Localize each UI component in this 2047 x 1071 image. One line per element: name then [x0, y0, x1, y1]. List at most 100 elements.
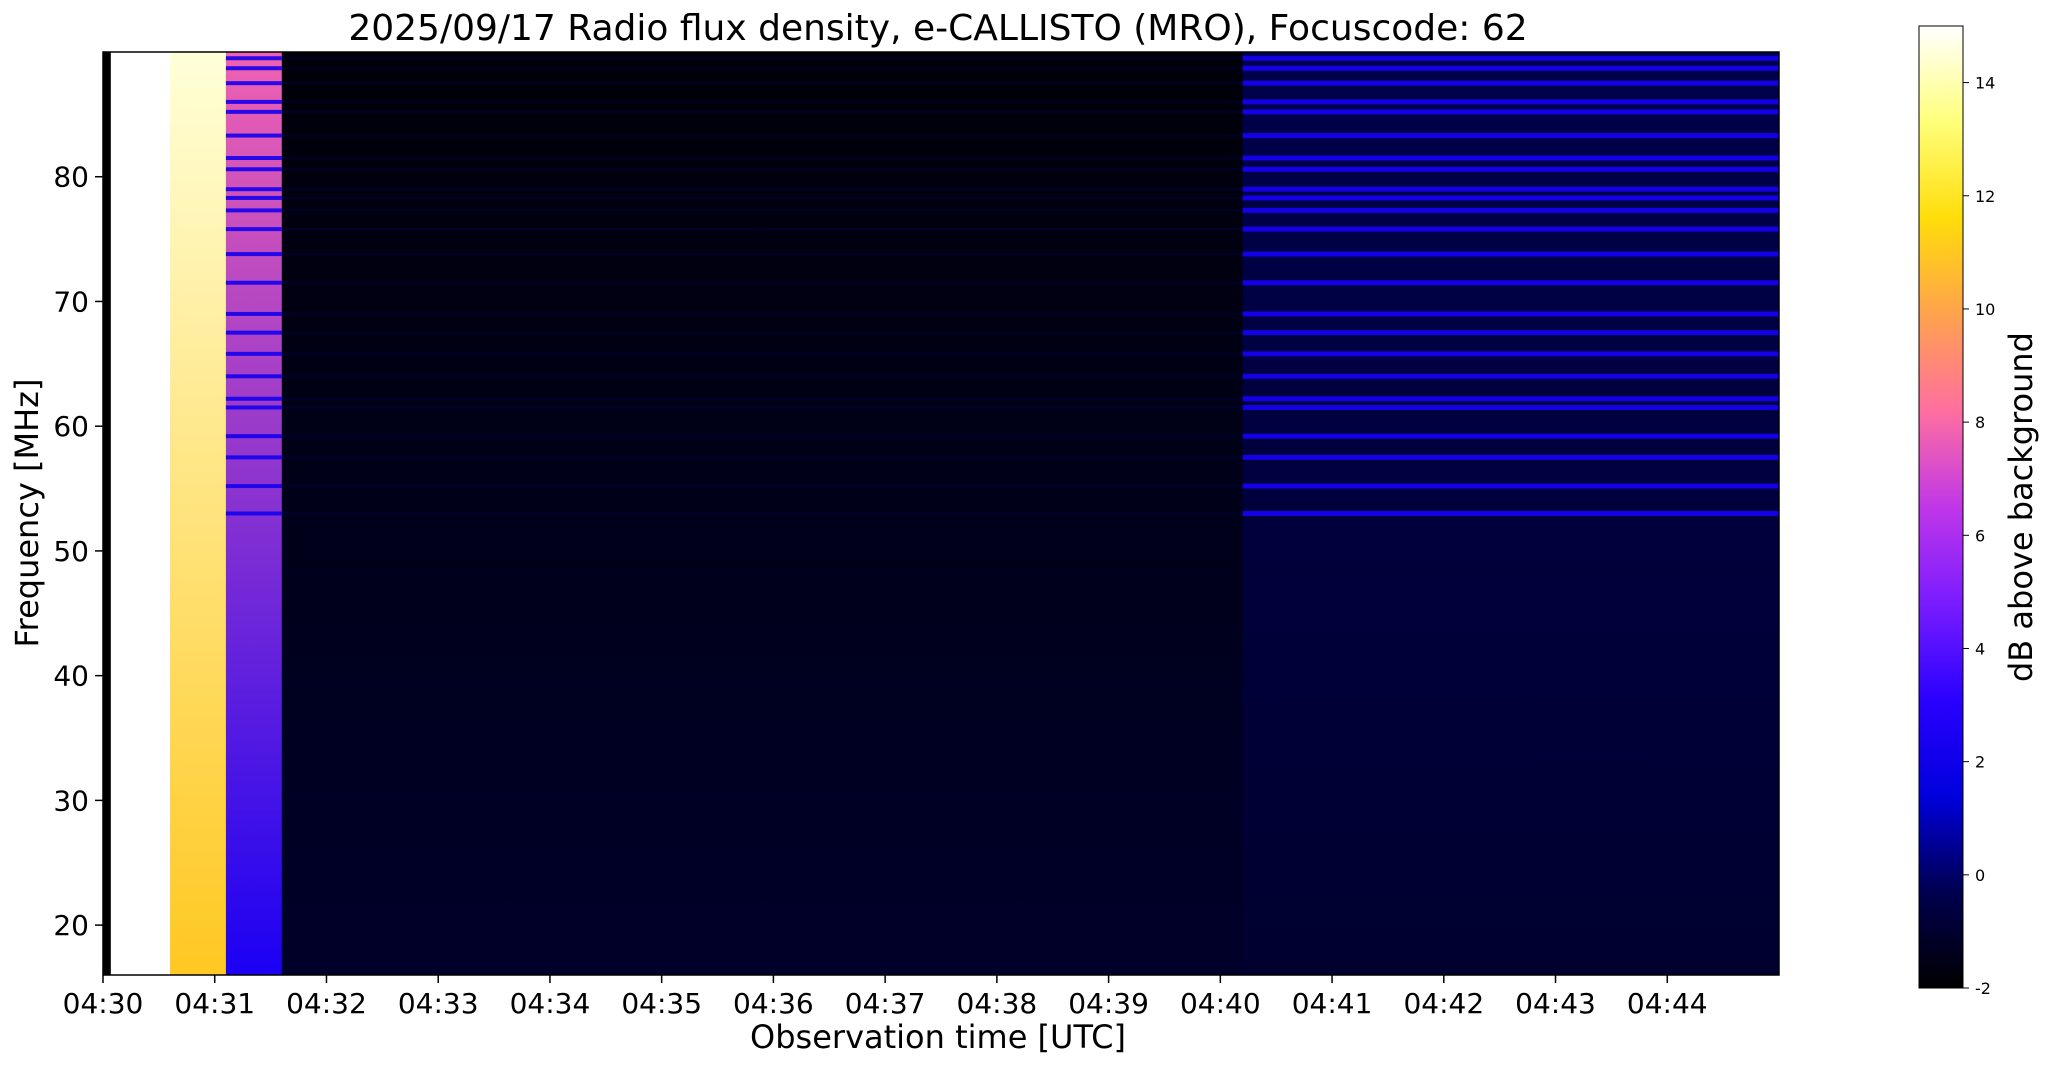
interference-line	[225, 280, 282, 285]
interference-line	[281, 253, 1243, 256]
interference-line	[281, 134, 1243, 137]
interference-line	[225, 208, 282, 213]
interference-line	[225, 109, 282, 114]
interference-line	[225, 511, 282, 516]
interference-line	[1242, 311, 1779, 317]
interference-line	[281, 456, 1243, 459]
interference-line	[1242, 109, 1779, 115]
interference-line	[281, 82, 1243, 85]
interference-line	[225, 434, 282, 439]
interference-line	[225, 156, 282, 161]
interference-line	[1242, 99, 1779, 105]
interference-line	[225, 195, 282, 200]
interference-line	[281, 188, 1243, 191]
interference-line	[225, 405, 282, 410]
interference-line	[225, 330, 282, 335]
interference-line	[1242, 483, 1779, 489]
interference-line	[1242, 280, 1779, 286]
colorbar-ticks: -2 0 2 4 6 8 10 12 14	[1963, 74, 1995, 998]
interference-line	[281, 57, 1243, 60]
interference-line	[225, 133, 282, 138]
interference-line	[281, 100, 1243, 103]
y-tick-label: 30	[53, 784, 89, 817]
colorbar-tick-label: 4	[1975, 639, 1985, 658]
interference-line	[281, 397, 1243, 400]
interference-line	[1242, 511, 1779, 516]
y-axis: 20 30 40 50 60 70 80	[53, 161, 103, 942]
interference-line	[1242, 454, 1779, 460]
colorbar-tick-label: 0	[1975, 866, 1985, 885]
x-tick-label: 04:33	[398, 987, 479, 1020]
y-tick-label: 60	[53, 410, 89, 443]
interference-line	[225, 66, 282, 71]
interference-line	[1242, 195, 1779, 201]
interference-line	[1242, 226, 1779, 232]
y-tick-label: 20	[53, 909, 89, 942]
chart-title: 2025/09/17 Radio flux density, e-CALLIST…	[348, 8, 1527, 49]
interference-line	[281, 67, 1243, 70]
interference-line	[281, 512, 1243, 515]
interference-line	[281, 331, 1243, 334]
x-tick-label: 04:34	[510, 987, 591, 1020]
interference-line	[1242, 207, 1779, 213]
colorbar-label: dB above background	[2002, 332, 2040, 682]
interference-line	[225, 99, 282, 104]
x-tick-label: 04:38	[957, 987, 1038, 1020]
interference-line	[225, 351, 282, 356]
interference-line	[1242, 433, 1779, 439]
x-tick-label: 04:31	[174, 987, 255, 1020]
x-tick-label: 04:42	[1403, 987, 1484, 1020]
x-tick-label: 04:43	[1515, 987, 1596, 1020]
spectrogram-plot-area	[103, 52, 1779, 975]
interference-line	[225, 396, 282, 401]
interference-line	[281, 281, 1243, 284]
x-tick-label: 04:44	[1627, 987, 1708, 1020]
y-tick-label: 70	[53, 285, 89, 318]
colorbar-tick-label: 6	[1975, 526, 1985, 545]
interference-line	[225, 187, 282, 192]
y-tick-label: 50	[53, 535, 89, 568]
spectrogram-segment	[103, 52, 112, 975]
interference-line	[1242, 166, 1779, 172]
spectrogram-svg: 2025/09/17 Radio flux density, e-CALLIST…	[8, 8, 2040, 1056]
x-tick-label: 04:41	[1292, 987, 1373, 1020]
interference-line	[1242, 251, 1779, 257]
x-tick-label: 04:40	[1180, 987, 1261, 1020]
interference-line	[281, 312, 1243, 315]
interference-line	[225, 252, 282, 257]
interference-line	[281, 375, 1243, 378]
y-tick-label: 40	[53, 660, 89, 693]
x-axis: 04:30 04:31 04:32 04:33 04:34 04:35 04:36 04:37…	[63, 975, 1708, 1020]
interference-line	[1242, 351, 1779, 357]
interference-line	[1242, 186, 1779, 192]
interference-line	[281, 157, 1243, 160]
spectrogram-segment	[170, 52, 227, 975]
interference-line	[281, 110, 1243, 113]
interference-line	[281, 196, 1243, 199]
interference-line	[281, 228, 1243, 231]
colorbar-tick-label: 12	[1975, 187, 1995, 206]
interference-line	[225, 374, 282, 379]
y-axis-label: Frequency [MHz]	[8, 379, 46, 648]
colorbar-tick-label: -2	[1975, 979, 1991, 998]
interference-line	[225, 311, 282, 316]
spectrogram-figure: 2025/09/17 Radio flux density, e-CALLIST…	[0, 0, 2047, 1067]
interference-line	[1242, 55, 1779, 61]
interference-line	[281, 209, 1243, 212]
colorbar-tick-label: 10	[1975, 300, 1995, 319]
x-tick-label: 04:39	[1068, 987, 1149, 1020]
interference-line	[225, 81, 282, 86]
interference-line	[225, 167, 282, 172]
interference-line	[225, 227, 282, 232]
interference-line	[225, 455, 282, 460]
y-tick-label: 80	[53, 161, 89, 194]
colorbar-tick-label: 14	[1975, 74, 1995, 93]
interference-line	[225, 484, 282, 489]
colorbar-tick-label: 2	[1975, 753, 1985, 772]
interference-line	[281, 406, 1243, 409]
interference-line	[1242, 155, 1779, 161]
interference-line	[281, 485, 1243, 488]
interference-line	[281, 435, 1243, 438]
x-tick-label: 04:36	[733, 987, 814, 1020]
x-tick-label: 04:37	[845, 987, 926, 1020]
